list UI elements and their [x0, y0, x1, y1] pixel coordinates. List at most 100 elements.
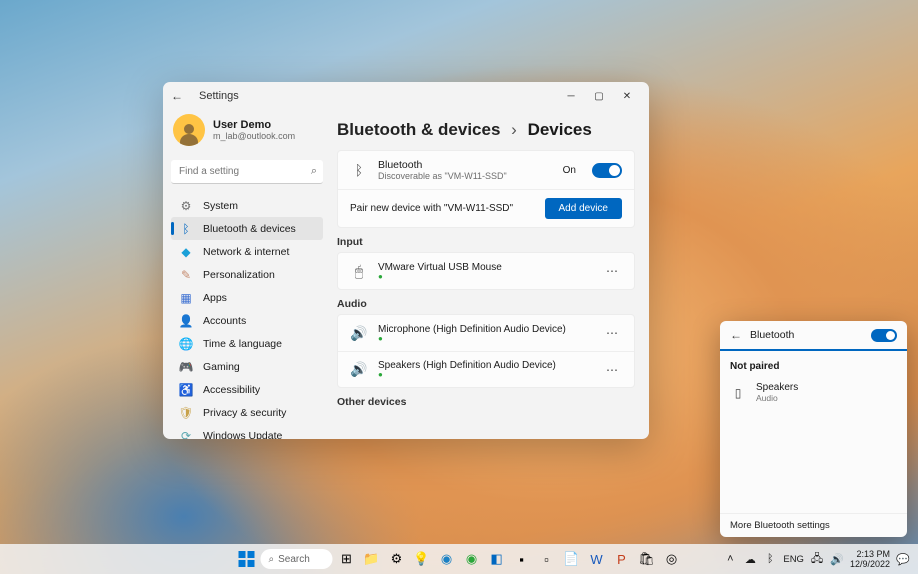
task-view-button[interactable]: ⊞ — [336, 548, 358, 570]
network-icon[interactable]: 🖧 — [810, 552, 824, 566]
taskbar-search[interactable]: ⌕ Search — [261, 549, 333, 569]
close-button[interactable]: ✕ — [613, 86, 641, 106]
powerpoint-icon[interactable]: P — [611, 548, 633, 570]
taskbar: ⌕ Search ⊞ 📁 ⚙ 💡 ◉ ◉ ◧ ▪ ▫ 📄 W P 🛍 ◎ ˄ ☁… — [0, 544, 918, 574]
more-button[interactable]: ⋯ — [602, 361, 622, 379]
app-icon[interactable]: ◧ — [486, 548, 508, 570]
tray-chevron-icon[interactable]: ˄ — [723, 552, 737, 566]
more-bluetooth-settings[interactable]: More Bluetooth settings — [720, 513, 907, 537]
terminal-icon[interactable]: ▪ — [511, 548, 533, 570]
sidebar-item-label: Bluetooth & devices — [203, 223, 296, 235]
system-icon: ⚙ — [179, 199, 193, 213]
device-row[interactable]: 🖱 VMware Virtual USB Mouse ● ⋯ — [338, 253, 634, 289]
bluetooth-quick-panel: ← Bluetooth Not paired ▯ Speakers Audio … — [720, 321, 907, 537]
app-icon[interactable]: ◉ — [461, 548, 483, 570]
sidebar-item-update[interactable]: ⟳Windows Update — [171, 424, 323, 439]
onedrive-icon[interactable]: ☁ — [743, 552, 757, 566]
sidebar-item-gaming[interactable]: 🎮Gaming — [171, 355, 323, 378]
content-pane: Bluetooth & devices › Devices ᛒ Bluetoot… — [331, 110, 649, 439]
sidebar-item-label: System — [203, 200, 238, 212]
maximize-button[interactable]: ▢ — [585, 86, 613, 106]
bt-device-item[interactable]: ▯ Speakers Audio — [730, 378, 897, 407]
section-audio: Audio — [337, 298, 635, 310]
mouse-icon: 🖱 — [350, 262, 368, 280]
sidebar-item-label: Windows Update — [203, 430, 282, 440]
bluetooth-sub: Discoverable as "VM-W11-SSD" — [378, 171, 553, 181]
search-icon: ⌕ — [269, 554, 275, 565]
bluetooth-toggle[interactable] — [592, 163, 622, 178]
sidebar-item-label: Network & internet — [203, 246, 289, 258]
page-title: Bluetooth & devices › Devices — [337, 120, 635, 140]
sidebar-item-label: Accounts — [203, 315, 246, 327]
user-name: User Demo — [213, 119, 295, 131]
privacy-icon: 🛡 — [179, 406, 193, 420]
device-icon: ▯ — [730, 385, 746, 401]
user-email: m_lab@outlook.com — [213, 131, 295, 141]
word-icon[interactable]: W — [586, 548, 608, 570]
speaker-icon: 🔊 — [350, 361, 368, 379]
bluetooth-tray-icon[interactable]: ᛒ — [763, 552, 777, 566]
accounts-icon: 👤 — [179, 314, 193, 328]
time-icon: 🌐 — [179, 337, 193, 351]
sidebar: User Demo m_lab@outlook.com ⌕ ⚙SystemᛒBl… — [163, 110, 331, 439]
not-paired-label: Not paired — [730, 361, 897, 372]
speaker-icon: 🔊 — [350, 324, 368, 342]
breadcrumb-parent[interactable]: Bluetooth & devices — [337, 120, 500, 139]
sidebar-item-network[interactable]: ◆ Network & internet — [171, 240, 323, 263]
sidebar-item-accessibility[interactable]: ♿Accessibility — [171, 378, 323, 401]
sidebar-item-label: Accessibility — [203, 384, 260, 396]
avatar — [173, 114, 205, 146]
chrome-icon[interactable]: ◎ — [661, 548, 683, 570]
file-explorer-icon[interactable]: 📁 — [361, 548, 383, 570]
store-icon[interactable]: 🛍 — [636, 548, 658, 570]
sidebar-item-personalization[interactable]: ✎ Personalization — [171, 263, 323, 286]
add-device-button[interactable]: Add device — [545, 198, 622, 219]
device-row[interactable]: 🔊 Speakers (High Definition Audio Device… — [338, 351, 634, 387]
chevron-right-icon: › — [511, 120, 517, 139]
sidebar-item-system[interactable]: ⚙ System — [171, 194, 323, 217]
back-button[interactable]: ← — [171, 89, 191, 103]
bluetooth-icon: ᛒ — [179, 222, 193, 236]
breadcrumb-current: Devices — [528, 120, 592, 139]
minimize-button[interactable]: ─ — [557, 86, 585, 106]
notepad-icon[interactable]: 📄 — [561, 548, 583, 570]
device-name: Microphone (High Definition Audio Device… — [378, 324, 592, 335]
settings-icon[interactable]: ⚙ — [386, 548, 408, 570]
bluetooth-toggle-card: ᛒ Bluetooth Discoverable as "VM-W11-SSD"… — [337, 150, 635, 228]
panel-back-button[interactable]: ← — [730, 328, 742, 342]
clock[interactable]: 2:13 PM 12/9/2022 — [850, 549, 890, 570]
sidebar-item-label: Apps — [203, 292, 227, 304]
sidebar-item-time[interactable]: 🌐 Time & language — [171, 332, 323, 355]
section-other: Other devices — [337, 396, 635, 408]
apps-icon: ▦ — [179, 291, 193, 305]
personalization-icon: ✎ — [179, 268, 193, 282]
device-row[interactable]: 🔊 Microphone (High Definition Audio Devi… — [338, 315, 634, 351]
bluetooth-icon: ᛒ — [350, 161, 368, 179]
device-name: VMware Virtual USB Mouse — [378, 262, 592, 273]
toggle-state: On — [563, 165, 576, 176]
window-title: Settings — [199, 90, 557, 102]
edge-icon[interactable]: ◉ — [436, 548, 458, 570]
device-name: Speakers (High Definition Audio Device) — [378, 360, 592, 371]
sidebar-item-privacy[interactable]: 🛡Privacy & security — [171, 401, 323, 424]
section-input: Input — [337, 236, 635, 248]
sidebar-item-label: Personalization — [203, 269, 275, 281]
panel-bluetooth-toggle[interactable] — [871, 329, 897, 342]
language-indicator[interactable]: ENG — [783, 554, 804, 565]
sidebar-item-label: Time & language — [203, 338, 282, 350]
app-icon[interactable]: ▫ — [536, 548, 558, 570]
sidebar-item-apps[interactable]: ▦ Apps — [171, 286, 323, 309]
sidebar-item-bluetooth[interactable]: ᛒ Bluetooth & devices — [171, 217, 323, 240]
sidebar-item-accounts[interactable]: 👤 Accounts — [171, 309, 323, 332]
user-info[interactable]: User Demo m_lab@outlook.com — [171, 110, 323, 156]
start-button[interactable] — [236, 548, 258, 570]
tips-icon[interactable]: 💡 — [411, 548, 433, 570]
more-button[interactable]: ⋯ — [602, 262, 622, 280]
network-icon: ◆ — [179, 245, 193, 259]
search-input[interactable] — [171, 160, 323, 184]
device-name: Speakers — [756, 382, 798, 393]
notifications-icon[interactable]: 💬 — [896, 552, 910, 566]
pair-text: Pair new device with "VM-W11-SSD" — [350, 203, 535, 214]
volume-icon[interactable]: 🔊 — [830, 552, 844, 566]
more-button[interactable]: ⋯ — [602, 324, 622, 342]
